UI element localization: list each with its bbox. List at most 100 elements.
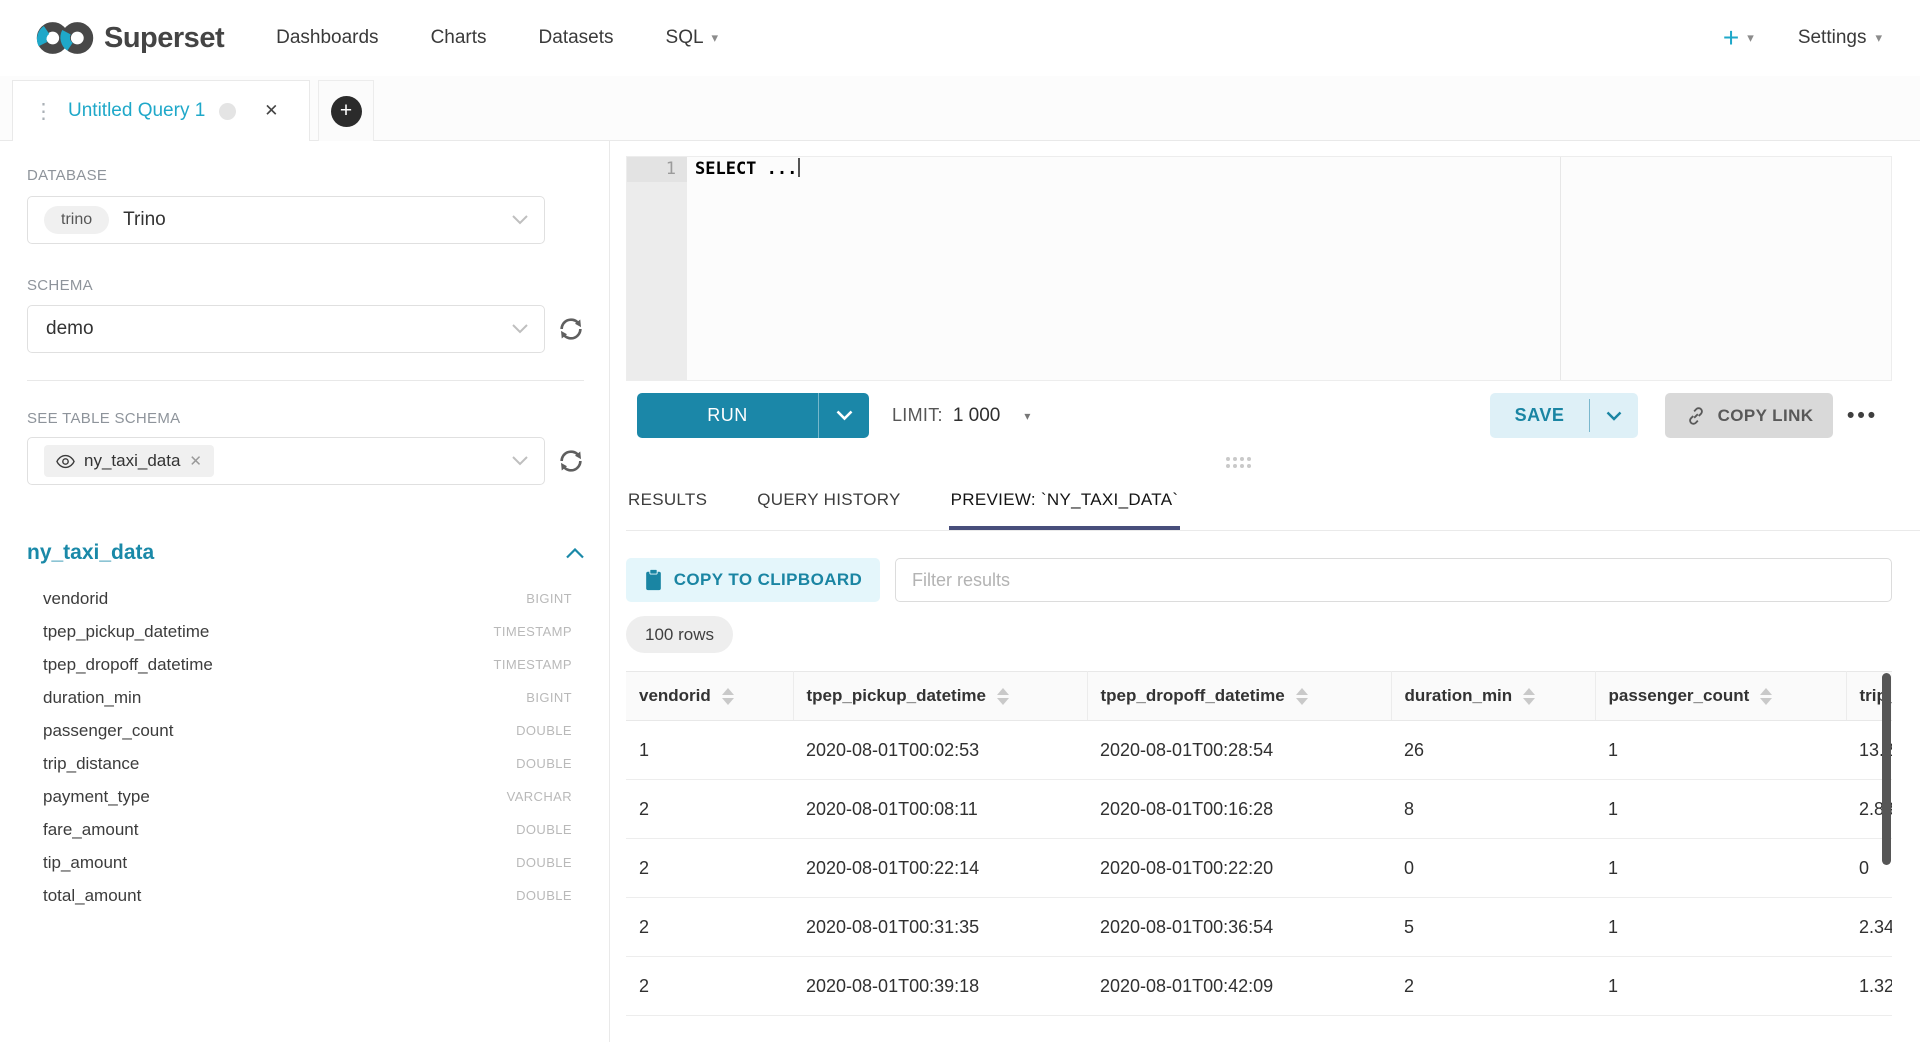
column-header[interactable]: passenger_count xyxy=(1595,672,1846,721)
brand-name: Superset xyxy=(104,22,224,55)
column-name: passenger_count xyxy=(43,721,173,741)
column-header[interactable]: vendorid xyxy=(626,672,793,721)
column-type: VARCHAR xyxy=(507,789,572,804)
eye-icon xyxy=(56,454,75,469)
column-type: DOUBLE xyxy=(516,888,572,903)
settings-menu-button[interactable]: Settings ▾ xyxy=(1798,27,1882,49)
close-tab-icon[interactable]: ✕ xyxy=(264,101,278,121)
plus-icon: + xyxy=(1723,24,1739,52)
chevron-down-icon: ▾ xyxy=(1747,30,1754,46)
refresh-tables-icon[interactable] xyxy=(556,446,586,476)
nav-right: + ▾ Settings ▾ xyxy=(1723,24,1882,52)
editor-code-area[interactable]: SELECT ... xyxy=(687,157,1891,380)
database-backend-pill: trino xyxy=(44,206,109,234)
column-name: fare_amount xyxy=(43,820,138,840)
line-number: 1 xyxy=(627,157,687,182)
chevron-down-icon xyxy=(1606,411,1622,421)
editor-gutter: 1 xyxy=(627,157,687,380)
schema-value: demo xyxy=(46,318,94,340)
table-column-row: tpep_dropoff_datetime TIMESTAMP xyxy=(27,648,572,681)
column-type: TIMESTAMP xyxy=(494,657,572,672)
table-column-row: payment_type VARCHAR xyxy=(27,780,572,813)
plus-circle-icon: + xyxy=(331,96,362,127)
column-header[interactable]: duration_min xyxy=(1391,672,1595,721)
query-tab-label: Untitled Query 1 xyxy=(68,100,205,122)
limit-dropdown[interactable]: LIMIT: 1 000 ▾ xyxy=(892,393,1030,438)
nav-menu-item[interactable]: SQL ▾ xyxy=(666,27,719,49)
table-column-row: trip_distance DOUBLE xyxy=(27,747,572,780)
refresh-schemas-icon[interactable] xyxy=(556,314,586,344)
nav-menu-item[interactable]: Dashboards xyxy=(276,27,378,49)
table-column-row: passenger_count DOUBLE xyxy=(27,714,572,747)
add-query-tab-button[interactable]: + xyxy=(318,80,374,141)
sort-icon xyxy=(1296,688,1308,705)
chevron-down-icon xyxy=(512,456,528,466)
table-row: 2 2020-08-01T00:08:11 2020-08-01T00:16:2… xyxy=(626,780,1892,839)
sort-icon xyxy=(722,688,734,705)
nav-menu-item[interactable]: Charts xyxy=(431,27,487,49)
pane-resize-handle[interactable] xyxy=(1224,458,1252,466)
save-options-button[interactable] xyxy=(1590,393,1638,438)
new-item-menu-button[interactable]: + ▾ xyxy=(1723,24,1754,52)
chevron-down-icon xyxy=(512,324,528,334)
column-type: BIGINT xyxy=(526,690,572,705)
copy-link-button[interactable]: COPY LINK xyxy=(1665,393,1833,438)
table-columns-list: vendorid BIGINT tpep_pickup_datetime TIM… xyxy=(27,582,572,912)
table-select[interactable]: ny_taxi_data ✕ xyxy=(27,437,545,485)
drag-handle-icon: ⋮ xyxy=(33,101,54,122)
chevron-down-icon: ▾ xyxy=(712,30,719,46)
superset-sql-lab: Superset Dashboards Charts Datasets xyxy=(0,0,1920,1042)
filter-results-input[interactable] xyxy=(895,558,1892,602)
results-vertical-scrollbar[interactable] xyxy=(1882,673,1891,865)
database-select[interactable]: trino Trino xyxy=(27,196,545,244)
column-type: DOUBLE xyxy=(516,756,572,771)
results-tab[interactable]: QUERY HISTORY xyxy=(755,480,902,530)
selected-table-tag: ny_taxi_data ✕ xyxy=(44,445,214,477)
copy-to-clipboard-button[interactable]: COPY TO CLIPBOARD xyxy=(626,558,880,602)
table-schema-label: SEE TABLE SCHEMA xyxy=(27,410,180,427)
column-name: vendorid xyxy=(43,589,108,609)
database-value: Trino xyxy=(123,209,166,231)
table-row: 2 2020-08-01T00:31:35 2020-08-01T00:36:5… xyxy=(626,898,1892,957)
table-column-row: vendorid BIGINT xyxy=(27,582,572,615)
sql-editor[interactable]: 1 SELECT ... xyxy=(626,156,1892,381)
database-label: DATABASE xyxy=(27,167,107,184)
table-name: ny_taxi_data xyxy=(27,541,154,565)
column-type: DOUBLE xyxy=(516,822,572,837)
print-margin-line xyxy=(1560,157,1561,380)
main-menu: Dashboards Charts Datasets SQL ▾ xyxy=(276,27,718,49)
chevron-down-icon xyxy=(512,215,528,225)
sidebar-divider xyxy=(27,380,584,381)
sort-icon xyxy=(1523,688,1535,705)
schema-select[interactable]: demo xyxy=(27,305,545,353)
table-column-row: tpep_pickup_datetime TIMESTAMP xyxy=(27,615,572,648)
results-header-row: vendorid tpep_pickup_datetime xyxy=(626,672,1892,721)
column-header[interactable]: tpep_pickup_datetime xyxy=(793,672,1087,721)
superset-infinity-icon xyxy=(34,19,96,57)
run-button[interactable]: RUN xyxy=(637,393,869,438)
unsaved-indicator-dot xyxy=(219,103,236,120)
table-schema-header[interactable]: ny_taxi_data xyxy=(27,541,584,565)
more-actions-button[interactable]: ••• xyxy=(1847,393,1878,438)
save-button[interactable]: SAVE xyxy=(1490,393,1638,438)
query-tab-strip: ⋮ Untitled Query 1 ✕ + xyxy=(0,76,1920,141)
column-name: tpep_pickup_datetime xyxy=(43,622,209,642)
remove-table-icon[interactable]: ✕ xyxy=(189,452,202,470)
caret-down-icon: ▾ xyxy=(1024,409,1030,423)
results-table-container: vendorid tpep_pickup_datetime xyxy=(626,671,1892,1042)
tab-untitled-query-1[interactable]: ⋮ Untitled Query 1 ✕ xyxy=(12,80,310,141)
results-tab[interactable]: PREVIEW: `NY_TAXI_DATA` xyxy=(949,480,1181,530)
column-type: TIMESTAMP xyxy=(494,624,572,639)
top-nav: Superset Dashboards Charts Datasets xyxy=(0,0,1920,76)
column-header[interactable]: tpep_dropoff_datetime xyxy=(1087,672,1391,721)
chevron-down-icon xyxy=(836,410,853,421)
nav-menu-item[interactable]: Datasets xyxy=(539,27,614,49)
results-tab[interactable]: RESULTS xyxy=(626,480,709,530)
run-options-button[interactable] xyxy=(819,393,869,438)
column-name: trip_distance xyxy=(43,754,139,774)
chevron-up-icon[interactable] xyxy=(566,548,584,559)
schema-label: SCHEMA xyxy=(27,277,93,294)
column-name: total_amount xyxy=(43,886,141,906)
row-count-badge: 100 rows xyxy=(626,616,733,653)
superset-logo[interactable]: Superset xyxy=(34,19,224,57)
